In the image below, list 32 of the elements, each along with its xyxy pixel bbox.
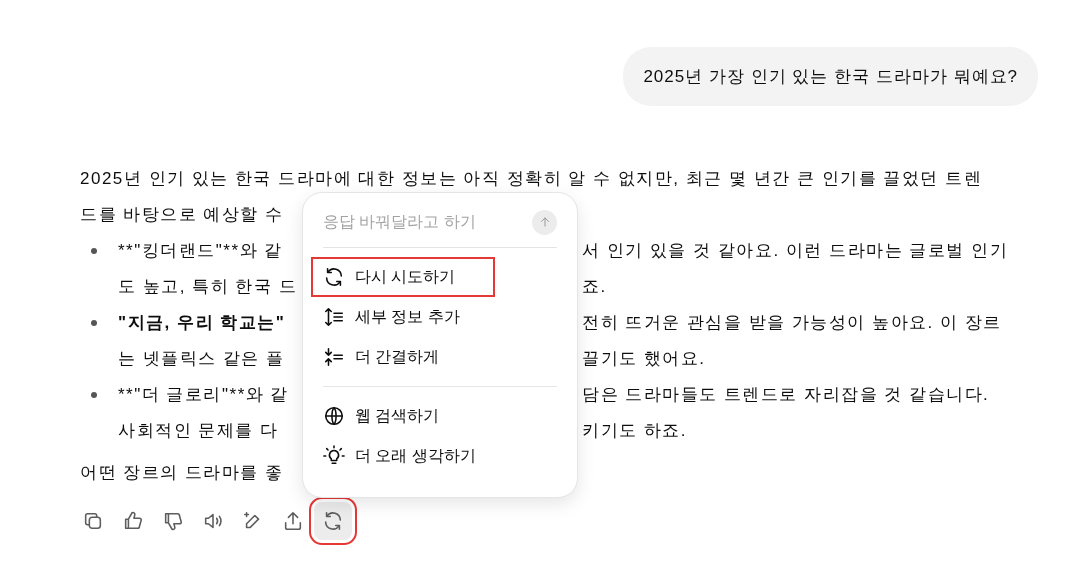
answer-text: 어떤 장르의 드라마를 좋 — [80, 462, 284, 485]
menu-item[interactable]: 다시 시도하기 — [313, 259, 493, 295]
answer-text: 죠. — [582, 276, 607, 299]
upload-icon — [282, 510, 304, 532]
answer-text: **"킹더랜드"**와 같 — [118, 241, 283, 261]
globe-icon — [323, 405, 345, 427]
lightbulb-icon — [323, 445, 345, 467]
menu-item[interactable]: 세부 정보 추가 — [313, 299, 470, 335]
menu-item[interactable]: 더 간결하게 — [313, 339, 450, 375]
answer-text: 끌기도 했어요. — [582, 348, 706, 371]
answer-text: 드를 바탕으로 예상할 수 — [80, 204, 284, 227]
answer-text: "지금, 우리 학교는" — [118, 313, 286, 333]
answer-text: 도 높고, 특히 한국 드 — [118, 277, 298, 297]
answer-text: 전히 뜨거운 관심을 받을 가능성이 높아요. 이 장르 — [582, 312, 1002, 335]
answer-text: **"더 글로리"**와 같 — [118, 385, 289, 405]
user-message-bubble: 2025년 가장 인기 있는 한국 드라마가 뭐예요? — [623, 47, 1038, 106]
copy-icon — [82, 510, 104, 532]
thumbs-up-icon — [122, 510, 144, 532]
refresh-icon — [323, 266, 345, 288]
answer-text: 는 넷플릭스 같은 플 — [118, 349, 285, 369]
refresh-icon — [322, 510, 344, 532]
collapse-lines-icon — [323, 346, 345, 368]
answer-text: 2025년 인기 있는 한국 드라마에 대한 정보는 아직 정확히 알 수 없지만, 최근 몇 년간 큰 인기를 끌었던 트렌 — [80, 168, 983, 191]
menu-item[interactable]: 웹 검색하기 — [313, 398, 450, 434]
menu-item[interactable]: 더 오래 생각하기 — [313, 438, 486, 474]
input-field[interactable]: 응답 바꿔달라고 하기 — [323, 210, 503, 234]
thumbs-down-icon — [162, 510, 184, 532]
answer-text: 담은 드라마들도 트렌드로 자리잡을 것 같습니다. — [582, 384, 990, 407]
answer-text: 사회적인 문제를 다 — [118, 421, 279, 441]
expand-lines-icon — [323, 306, 345, 328]
answer-text: 서 인기 있을 것 같아요. 이런 드라마는 글로벌 인기 — [582, 240, 1008, 263]
answer-text: 키기도 하죠. — [582, 420, 687, 443]
